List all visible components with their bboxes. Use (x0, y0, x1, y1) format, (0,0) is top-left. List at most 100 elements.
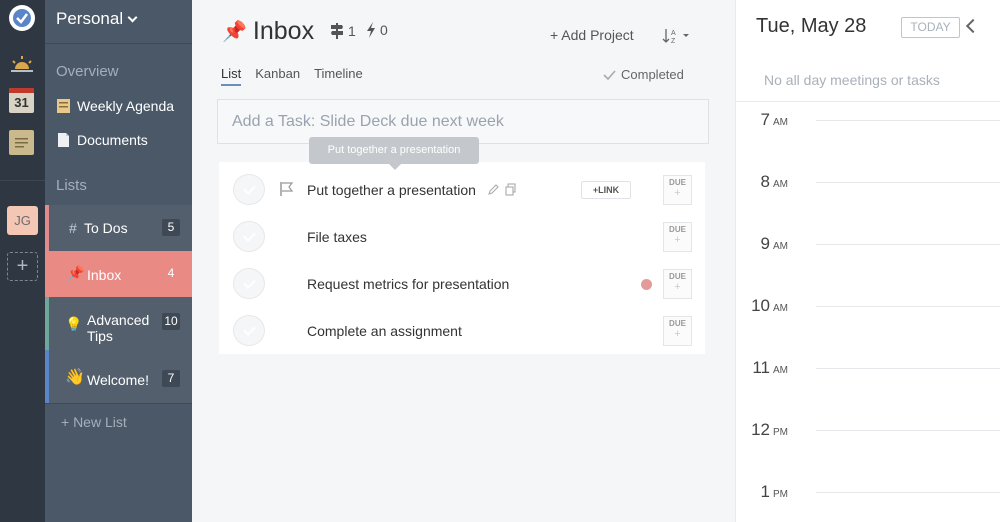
checkmark-icon (603, 69, 616, 80)
task-checkbox[interactable] (233, 268, 265, 299)
lightbulb-icon: 💡 (65, 316, 83, 332)
plus-icon: + (674, 328, 681, 340)
subtask-stat[interactable]: 1 (330, 22, 356, 40)
sunrise-icon[interactable] (8, 50, 36, 78)
hour-line (816, 492, 1000, 493)
list-name: Welcome! (87, 372, 149, 388)
task-edit-actions (487, 183, 517, 196)
completed-toggle[interactable]: Completed (603, 67, 684, 82)
due-date-button[interactable]: DUE + (663, 175, 692, 205)
hour-label: 8 AM (760, 172, 788, 191)
sidebar-item-inbox[interactable]: 📌 Inbox 4 (45, 251, 192, 297)
page-title: 📌 Inbox (222, 17, 314, 46)
chevron-down-icon (127, 12, 138, 22)
hour-line (816, 120, 1000, 121)
hour-label: 1 PM (760, 482, 788, 501)
task-title[interactable]: Request metrics for presentation (307, 276, 509, 292)
sidebar-item-documents[interactable]: Documents (56, 132, 148, 148)
lists-label: Lists (56, 177, 87, 194)
due-label: DUE (669, 225, 686, 234)
task-title[interactable]: File taxes (307, 229, 367, 245)
hour-slot[interactable]: 9 AM (736, 234, 1000, 254)
add-link-button[interactable]: +LINK (581, 181, 631, 199)
list-count: 10 (162, 313, 180, 330)
add-project-button[interactable]: + Add Project (550, 27, 634, 43)
calendar-icon[interactable]: 31 (9, 88, 34, 113)
calendar-header-bar (9, 88, 34, 93)
today-button[interactable]: TODAY (901, 17, 960, 38)
hour-slot[interactable]: 7 AM (736, 110, 1000, 130)
bolt-stat[interactable]: 0 (366, 22, 388, 38)
due-date-button[interactable]: DUE + (663, 269, 692, 299)
task-row[interactable]: Complete an assignment DUE + (219, 305, 705, 352)
hour-slot[interactable]: 10 AM (736, 296, 1000, 316)
list-count: 4 (167, 266, 175, 280)
chevron-left-icon[interactable] (965, 18, 981, 34)
hour-line (816, 368, 1000, 369)
rail-divider (0, 180, 45, 181)
hour-slot[interactable]: 8 AM (736, 172, 1000, 192)
sidebar-divider (45, 403, 192, 404)
sidebar-item-welcome[interactable]: 👋 Welcome! 7 (45, 350, 192, 403)
subtask-count: 1 (348, 23, 356, 39)
due-label: DUE (669, 178, 686, 187)
list-count: 5 (162, 219, 180, 236)
task-title[interactable]: Put together a presentation (307, 182, 476, 198)
hour-label: 9 AM (760, 234, 788, 253)
tab-kanban[interactable]: Kanban (255, 66, 300, 86)
hour-slot[interactable]: 11 AM (736, 358, 1000, 378)
bolt-icon (367, 22, 375, 38)
flag-icon[interactable] (279, 181, 295, 197)
pencil-icon[interactable] (487, 183, 500, 196)
task-checkbox[interactable] (233, 221, 265, 252)
hash-icon: # (69, 220, 77, 236)
sidebar-item-weekly-agenda[interactable]: Weekly Agenda (56, 98, 174, 114)
due-date-button[interactable]: DUE + (663, 222, 692, 252)
space-title: Personal (56, 9, 124, 28)
calendar-day: 31 (14, 95, 29, 110)
copy-icon[interactable] (504, 183, 517, 196)
task-list: Put together a presentation +LINK DUE + … (219, 162, 705, 354)
svg-text:Z: Z (671, 38, 676, 45)
svg-text:A: A (671, 30, 676, 37)
space-selector[interactable]: Personal (56, 9, 138, 29)
priority-dot (641, 279, 652, 290)
task-tooltip: Put together a presentation (309, 137, 479, 170)
hour-slot[interactable]: 1 PM (736, 482, 1000, 502)
hour-slot[interactable]: 12 PM (736, 420, 1000, 440)
hour-line (816, 430, 1000, 431)
notes-icon[interactable] (9, 130, 34, 155)
hour-label: 10 AM (751, 296, 788, 315)
hour-label: 12 PM (751, 420, 788, 439)
agenda-icon (57, 99, 70, 113)
due-label: DUE (669, 319, 686, 328)
sidebar-item-label: Weekly Agenda (77, 98, 175, 114)
view-tabs: List Kanban Timeline (221, 66, 363, 86)
add-workspace-button[interactable]: + (7, 252, 38, 281)
task-checkbox[interactable] (233, 174, 265, 205)
task-row[interactable]: Request metrics for presentation DUE + (219, 258, 705, 305)
hour-label: 11 AM (752, 358, 788, 377)
task-row[interactable]: File taxes DUE + (219, 211, 705, 258)
bolt-count: 0 (380, 22, 388, 38)
due-date-button[interactable]: DUE + (663, 316, 692, 346)
tab-timeline[interactable]: Timeline (314, 66, 363, 86)
tab-list[interactable]: List (221, 66, 242, 86)
sidebar-item-advanced-tips[interactable]: 💡 Advanced Tips 10 (45, 297, 192, 350)
sidebar-item-to-dos[interactable]: # To Dos 5 (45, 205, 192, 251)
completed-label: Completed (621, 67, 684, 82)
pushpin-icon: 📌 (222, 21, 247, 43)
all-day-empty-text: No all day meetings or tasks (764, 72, 940, 88)
overview-label: Overview (56, 63, 119, 80)
task-title[interactable]: Complete an assignment (307, 323, 462, 339)
document-icon (58, 133, 69, 147)
task-checkbox[interactable] (233, 315, 265, 346)
task-row[interactable]: Put together a presentation +LINK DUE + (219, 164, 705, 211)
app-logo-icon[interactable] (9, 5, 35, 31)
new-list-button[interactable]: + New List (61, 414, 127, 430)
sidebar-item-label: Documents (77, 132, 148, 148)
main-panel: 📌 Inbox 1 0 + Add Project AZ List Kanban… (192, 0, 735, 522)
avatar[interactable]: JG (7, 206, 38, 235)
hour-line (816, 182, 1000, 183)
sort-button[interactable]: AZ (662, 27, 692, 48)
